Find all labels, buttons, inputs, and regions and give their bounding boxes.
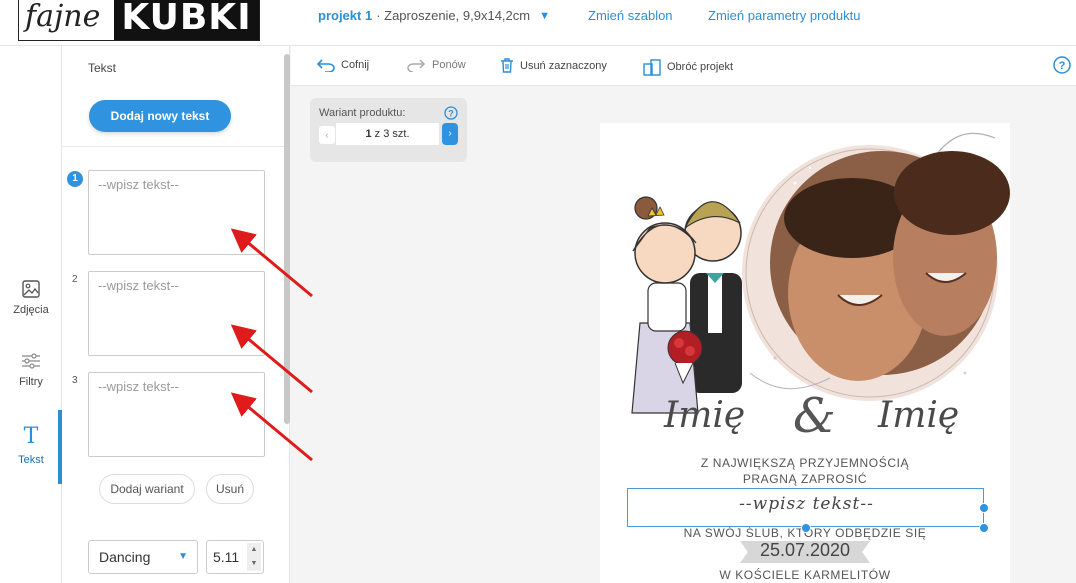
svg-text:?: ?	[448, 109, 454, 119]
font-family-value: Dancing	[99, 549, 151, 565]
variant-counter: 1 z 3 szt.	[336, 123, 439, 145]
font-size-value: 5.11	[213, 549, 240, 565]
project-selector[interactable]: projekt 1 · Zaproszenie, 9,9x14,2cm ▼	[318, 8, 550, 23]
text-field-3[interactable]: --wpisz tekst--	[88, 372, 265, 457]
resize-handle-icon[interactable]	[979, 503, 989, 513]
delete-selected-label: Usuń zaznaczony	[520, 59, 607, 72]
help-icon[interactable]: ?	[1053, 56, 1071, 74]
image-icon	[22, 280, 40, 298]
logo-script-text: fajne	[25, 0, 101, 34]
rail-item-photos[interactable]: Zdjęcia	[0, 280, 62, 316]
ampersand: &	[793, 388, 836, 444]
change-template-link[interactable]: Zmień szablon	[588, 8, 673, 23]
undo-icon	[317, 59, 335, 72]
remove-button[interactable]: Usuń	[206, 474, 254, 504]
chevron-down-icon: ▼	[178, 551, 188, 562]
panel-title: Tekst	[88, 61, 117, 75]
divider	[62, 146, 284, 147]
rotate-icon	[643, 59, 661, 76]
rail-item-filters[interactable]: Filtry	[0, 352, 62, 388]
delete-selected-button[interactable]: Usuń zaznaczony	[500, 58, 607, 73]
project-name: projekt 1	[318, 8, 373, 23]
move-handle-icon[interactable]	[801, 523, 811, 533]
redo-label: Ponów	[432, 59, 466, 71]
top-header: fajne KUBKI projekt 1 · Zaproszenie, 9,9…	[0, 0, 1076, 46]
field-number: 3	[72, 375, 78, 386]
selected-text-placeholder: --wpisz tekst--	[739, 494, 874, 514]
editor-toolbar: Cofnij Ponów Usuń zaznaczony Obróć proje…	[291, 46, 1076, 86]
rail-label-filters: Filtry	[19, 376, 43, 388]
name-left[interactable]: Imię	[664, 395, 745, 436]
variant-label: Wariant produktu:	[319, 107, 406, 119]
chevron-right-icon[interactable]: ›	[442, 123, 458, 145]
trash-icon	[501, 58, 513, 73]
text-panel: Tekst Dodaj nowy tekst 1 --wpisz tekst--…	[62, 46, 290, 583]
redo-icon	[407, 59, 426, 72]
selected-text-box[interactable]: --wpisz tekst--	[627, 488, 989, 533]
font-family-select[interactable]: Dancing ▼	[88, 540, 198, 574]
rotate-project-button[interactable]: Obróć projekt	[643, 58, 733, 76]
add-text-button[interactable]: Dodaj nowy tekst	[89, 100, 231, 132]
undo-button[interactable]: Cofnij	[317, 58, 369, 72]
tool-rail: Zdjęcia Filtry T Tekst	[0, 46, 62, 583]
rotate-project-label: Obróć projekt	[667, 61, 734, 73]
svg-text:?: ?	[1059, 60, 1066, 72]
card-line-1[interactable]: Z NAJWIĘKSZĄ PRZYJEMNOŚCIĄ	[600, 456, 1010, 470]
chevron-left-icon[interactable]: ‹	[319, 126, 335, 144]
rail-label-photos: Zdjęcia	[13, 304, 49, 316]
product-variant-selector: Wariant produktu: ? ‹ 1 z 3 szt. ›	[310, 98, 467, 162]
rotate-handle-icon[interactable]	[979, 523, 989, 533]
variant-total: z 3 szt.	[374, 128, 410, 140]
panel-scrollbar[interactable]	[284, 54, 290, 424]
name-right[interactable]: Imię	[878, 395, 959, 436]
card-date[interactable]: 25.07.2020	[600, 540, 1010, 561]
change-params-link[interactable]: Zmień parametry produktu	[708, 8, 860, 23]
stepper-icon[interactable]: ▲ ▼	[247, 543, 261, 571]
font-size-input[interactable]: 5.11 ▲ ▼	[206, 540, 264, 574]
logo-bold-text: KUBKI	[114, 0, 259, 40]
help-icon[interactable]: ?	[444, 106, 458, 120]
text-field-1[interactable]: --wpisz tekst--	[88, 170, 265, 255]
chevron-down-icon: ▼	[539, 9, 550, 22]
field-number: 2	[72, 274, 78, 285]
redo-button[interactable]: Ponów	[406, 58, 466, 72]
logo[interactable]: fajne KUBKI	[18, 0, 260, 41]
sliders-icon	[22, 353, 40, 369]
add-variant-button[interactable]: Dodaj wariant	[99, 474, 195, 504]
editor-root: fajne KUBKI projekt 1 · Zaproszenie, 9,9…	[0, 0, 1076, 583]
project-description: · Zaproszenie, 9,9x14,2cm	[376, 8, 531, 23]
card-line-2[interactable]: PRAGNĄ ZAPROSIĆ	[600, 472, 1010, 486]
variant-current: 1	[365, 128, 372, 140]
field-number-badge: 1	[67, 171, 83, 187]
rail-label-text: Tekst	[18, 454, 44, 466]
undo-label: Cofnij	[341, 59, 370, 71]
text-field-2[interactable]: --wpisz tekst--	[88, 271, 265, 356]
rail-item-text[interactable]: T Tekst	[0, 424, 62, 467]
text-icon: T	[23, 424, 39, 449]
card-line-4[interactable]: W KOŚCIELE KARMELITÓW	[600, 568, 1010, 582]
